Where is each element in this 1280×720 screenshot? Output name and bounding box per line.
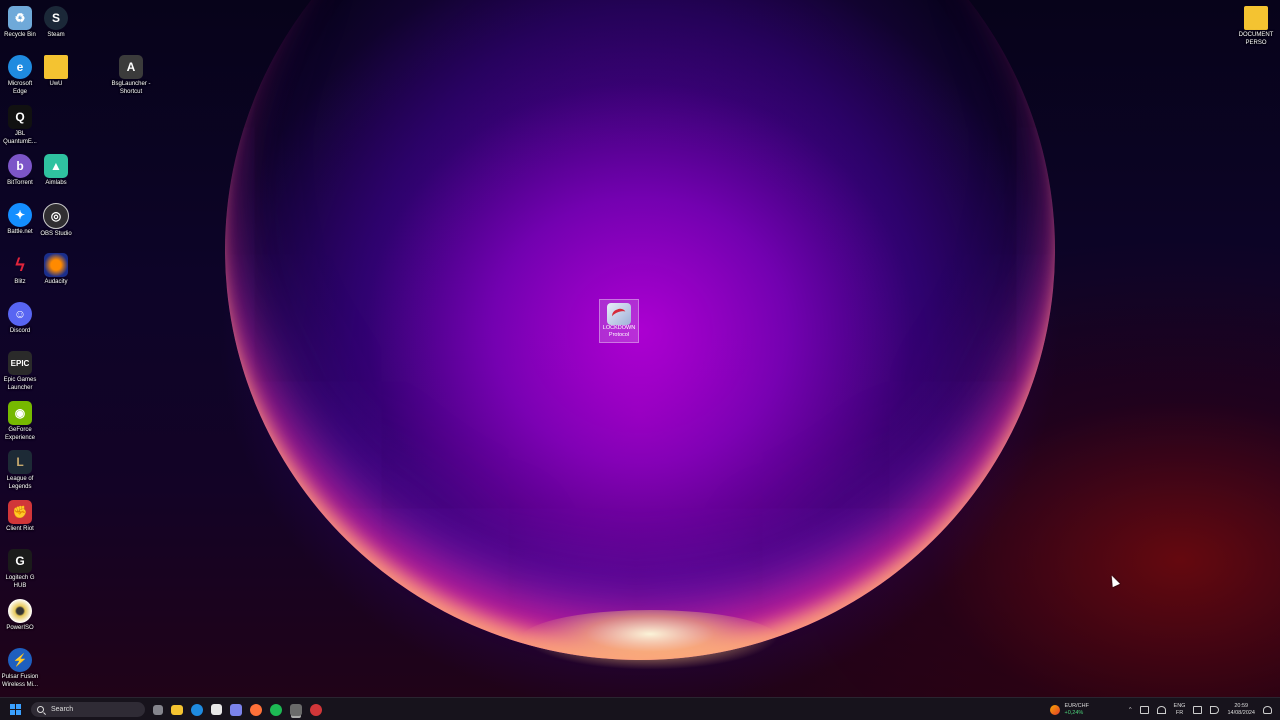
- aimlabs-icon: ▲: [44, 154, 68, 178]
- epic-games-icon: EPIC: [8, 351, 32, 375]
- desktop-icon-steam[interactable]: S Steam: [36, 6, 76, 40]
- recycle-bin-icon: ♻: [8, 6, 32, 30]
- desktop-icon-lockdown-protocol[interactable]: LOCKDOWN Protocol: [599, 299, 639, 343]
- desktop-icon-league-of-legends[interactable]: L League of Legends: [0, 450, 40, 491]
- league-icon: L: [8, 450, 32, 474]
- edge-icon: e: [8, 55, 32, 79]
- poweriso-icon: [8, 599, 32, 623]
- desktop-icon-bittorrent[interactable]: b BitTorrent: [0, 154, 40, 188]
- desktop-icon-microsoft-edge[interactable]: e Microsoft Edge: [0, 55, 40, 96]
- desktop-wallpaper: [0, 0, 1280, 697]
- desktop-icon-battlenet[interactable]: ✦ Battle.net: [0, 203, 40, 237]
- microphone-icon[interactable]: [1156, 705, 1166, 714]
- task-view-icon[interactable]: [153, 704, 163, 715]
- lockdown-protocol-icon: [607, 303, 631, 325]
- bsg-launcher-icon: A: [119, 55, 143, 79]
- wallpaper-orb-highlight: [520, 610, 780, 670]
- taskbar-search-box[interactable]: Search: [31, 702, 145, 717]
- display-icon[interactable]: [1193, 705, 1203, 714]
- desktop-icon-aimlabs[interactable]: ▲ Aimlabs: [36, 154, 76, 188]
- clock[interactable]: 20:59 14/08/2024: [1227, 703, 1255, 716]
- desktop-icon-document-perso[interactable]: DOCUMENT PERSO: [1236, 6, 1276, 47]
- folder-icon: [44, 55, 68, 79]
- desktop-icon-uwu-folder[interactable]: UwU: [36, 55, 76, 89]
- geforce-icon: ◉: [8, 401, 32, 425]
- notification-bell-icon[interactable]: [1263, 705, 1272, 714]
- pulsar-icon: ⚡: [8, 648, 32, 672]
- spotify-icon[interactable]: [270, 703, 282, 716]
- battlenet-icon: ✦: [8, 203, 32, 227]
- bittorrent-icon: b: [8, 154, 32, 178]
- teams-icon[interactable]: [230, 703, 242, 716]
- riot-client-icon: ✊: [8, 500, 32, 524]
- blitz-icon: ϟ: [15, 254, 25, 275]
- file-explorer-icon[interactable]: [171, 704, 183, 715]
- audacity-icon: [44, 253, 68, 277]
- riot-client-icon[interactable]: [310, 703, 322, 716]
- obs-icon: ◎: [43, 203, 69, 229]
- network-icon[interactable]: [1139, 705, 1149, 714]
- firefox-icon[interactable]: [250, 703, 262, 716]
- desktop-icon-obs-studio[interactable]: ◎ OBS Studio: [36, 203, 76, 239]
- wallpaper-orb: [225, 0, 1055, 660]
- bsg-launcher-icon[interactable]: [290, 703, 302, 716]
- search-icon: [37, 706, 44, 713]
- desktop-icon-pulsar-fusion[interactable]: ⚡ Pulsar Fusion Wireless Mi...: [0, 648, 40, 689]
- desktop-icon-bsg-launcher[interactable]: A BsgLauncher - Shortcut: [111, 55, 151, 96]
- start-button[interactable]: [10, 704, 21, 715]
- logitech-ghub-icon: G: [8, 549, 32, 573]
- edge-icon[interactable]: [191, 703, 203, 716]
- desktop-icon-discord[interactable]: ☺ Discord: [0, 302, 40, 336]
- chevron-up-icon[interactable]: ^: [1129, 707, 1132, 713]
- volume-icon[interactable]: [1210, 705, 1220, 714]
- steam-icon: S: [44, 6, 68, 30]
- desktop-icon-logitech-ghub[interactable]: G Logitech G HUB: [0, 549, 40, 590]
- folder-icon: [1244, 6, 1268, 30]
- jbl-quantum-icon: Q: [8, 105, 32, 129]
- desktop-icon-audacity[interactable]: Audacity: [36, 253, 76, 287]
- currency-widget[interactable]: EUR/CHF +0,24%: [1049, 703, 1089, 716]
- taskbar: Search EUR/CHF +0,24% ^ ENG FR 20:59 14/…: [0, 697, 1280, 720]
- desktop-icon-epic-games[interactable]: EPIC Epic Games Launcher: [0, 351, 40, 392]
- system-tray: EUR/CHF +0,24% ^ ENG FR 20:59 14/08/2024: [1049, 698, 1272, 720]
- desktop-icon-geforce-experience[interactable]: ◉ GeForce Experience: [0, 401, 40, 442]
- desktop-icon-blitz[interactable]: ϟ Blitz: [0, 253, 40, 287]
- desktop-icon-client-riot[interactable]: ✊ Client Riot: [0, 500, 40, 534]
- currency-flag-icon: [1049, 704, 1060, 715]
- desktop-icon-poweriso[interactable]: PowerISO: [0, 599, 40, 633]
- store-icon[interactable]: [211, 704, 222, 715]
- discord-icon: ☺: [8, 302, 32, 326]
- desktop-icon-recycle-bin[interactable]: ♻ Recycle Bin: [0, 6, 40, 40]
- language-indicator[interactable]: ENG FR: [1174, 703, 1186, 716]
- desktop-icon-jbl-quantum[interactable]: Q JBL QuantumE...: [0, 105, 40, 146]
